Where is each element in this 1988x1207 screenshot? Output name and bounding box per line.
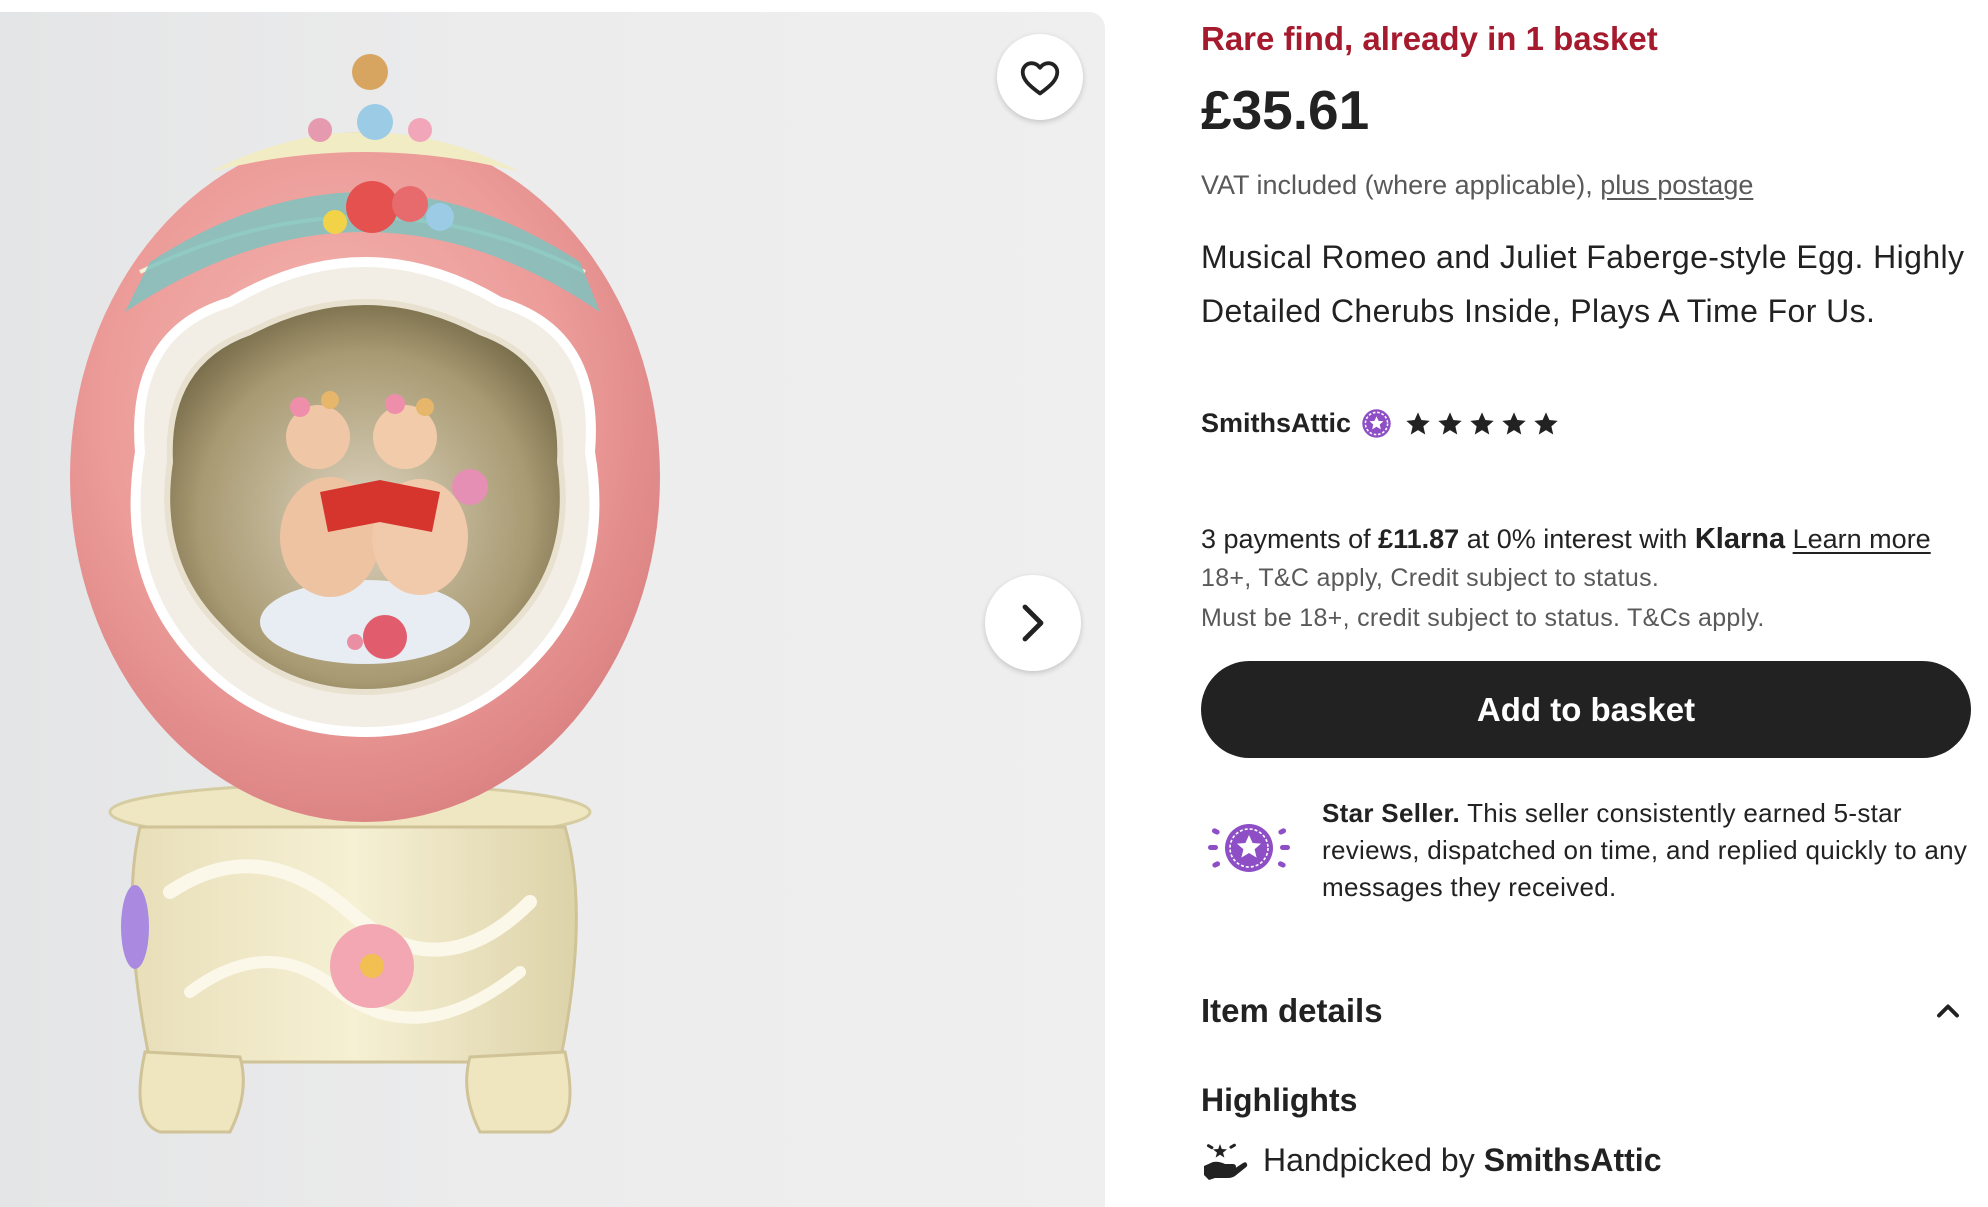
star-icon [1534, 411, 1558, 434]
heart-icon [1020, 61, 1060, 96]
handpicked-shop-link[interactable]: SmithsAttic [1484, 1142, 1662, 1179]
handpicked-label: Handpicked by [1263, 1141, 1475, 1178]
postage-link[interactable]: plus postage [1600, 170, 1753, 200]
star-seller-text: Star Seller. This seller consistently ea… [1322, 795, 1972, 906]
chevron-up-icon [1937, 1004, 1959, 1018]
highlights-title: Highlights [1201, 1082, 1358, 1118]
shop-name-link[interactable]: SmithsAttic [1201, 408, 1351, 439]
vat-note: VAT included (where applicable), plus po… [1201, 170, 1753, 201]
star-seller-callout: Star Seller. This seller consistently ea… [1201, 795, 1971, 905]
klarna-terms-line-1: 18+, T&C apply, Credit subject to status… [1201, 564, 1660, 592]
add-to-basket-button[interactable]: Add to basket [1201, 661, 1971, 758]
shop-row: SmithsAttic [1201, 408, 1560, 439]
star-seller-label: Star Seller. [1322, 798, 1461, 828]
klarna-amount: £11.87 [1378, 524, 1460, 554]
price: £35.61 [1201, 79, 1370, 141]
vat-note-text: VAT included (where applicable), [1201, 170, 1593, 200]
next-image-button[interactable] [985, 575, 1081, 671]
klarna-logo: Klarna [1694, 523, 1786, 555]
klarna-prefix: 3 payments of [1201, 524, 1371, 554]
listing-title: Musical Romeo and Juliet Faberge-style E… [1201, 239, 1965, 329]
item-details-title: Item details [1201, 992, 1383, 1029]
product-photo [70, 54, 660, 1134]
star-seller-icon [1208, 824, 1290, 872]
star-icon [1406, 411, 1430, 434]
klarna-learn-more-link[interactable]: Learn more [1793, 524, 1931, 554]
handpicked-row: Handpicked by SmithsAttic [1201, 1140, 1661, 1180]
product-image-gallery [0, 12, 1105, 1207]
star-seller-badge-icon [1362, 409, 1391, 438]
item-details-toggle[interactable]: Item details [1201, 988, 1971, 1034]
star-icon [1502, 411, 1526, 434]
chevron-right-icon [1022, 604, 1044, 642]
star-icon [1438, 411, 1462, 434]
klarna-offer: 3 payments of £11.87 at 0% interest with… [1201, 523, 1931, 556]
scarcity-label: Rare find, already in 1 basket [1201, 20, 1658, 57]
star-icon [1470, 411, 1494, 434]
favorite-button[interactable] [997, 34, 1083, 120]
klarna-middle: at 0% interest with [1466, 524, 1688, 554]
klarna-terms-line-2: Must be 18+, credit subject to status. T… [1201, 604, 1765, 632]
handpicked-hand-icon [1204, 1143, 1248, 1180]
rating-stars[interactable] [1404, 410, 1560, 438]
